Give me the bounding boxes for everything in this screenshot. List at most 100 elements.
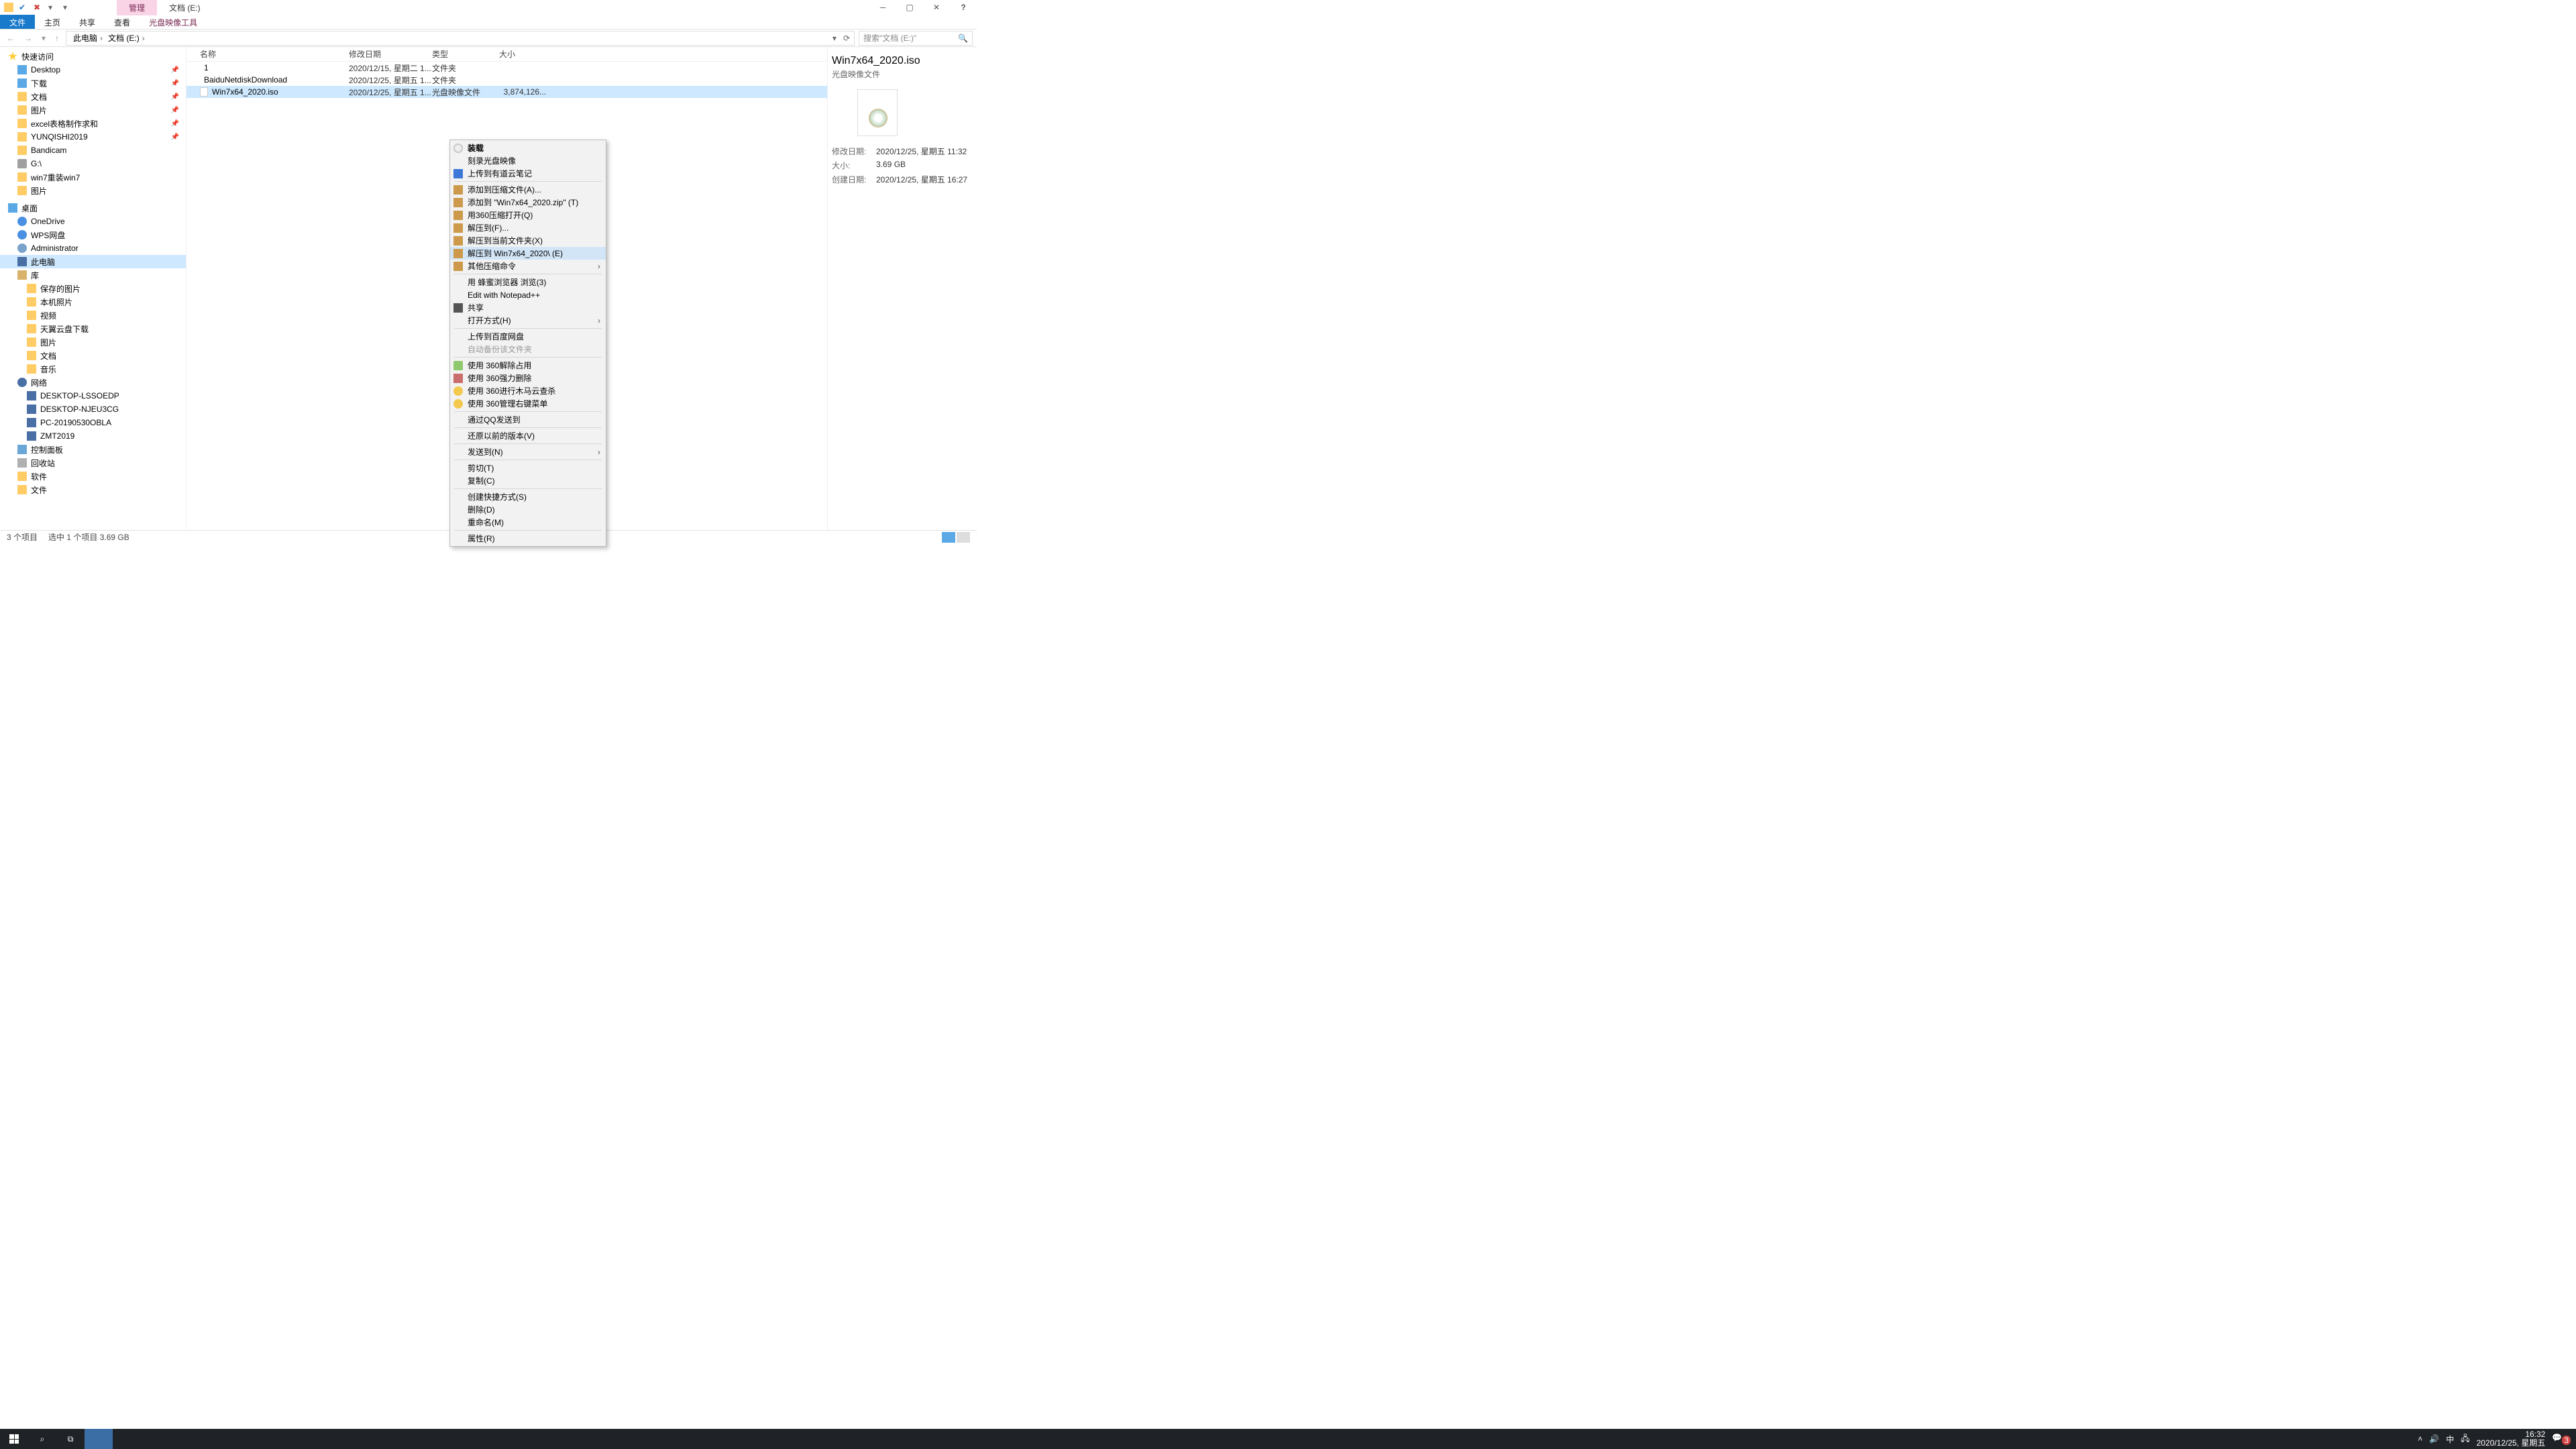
menu-item[interactable]: 其他压缩命令›: [450, 260, 606, 272]
menu-item[interactable]: 用 蜂蜜浏览器 浏览(3): [450, 276, 606, 288]
tree-node[interactable]: 本机照片: [0, 295, 186, 309]
menu-item[interactable]: 共享: [450, 301, 606, 314]
tree-node[interactable]: 桌面: [0, 201, 186, 215]
tree-node[interactable]: 音乐: [0, 362, 186, 376]
network-icon[interactable]: 🖧: [2461, 1432, 2469, 1446]
menu-item[interactable]: 解压到 Win7x64_2020\ (E): [450, 247, 606, 260]
search-input[interactable]: 搜索"文档 (E:)" 🔍: [859, 31, 973, 46]
tree-node[interactable]: DESKTOP-LSSOEDP: [0, 389, 186, 402]
tray-chevron-icon[interactable]: ˄: [2418, 1434, 2422, 1444]
tree-node[interactable]: 图片📌: [0, 103, 186, 117]
tree-node[interactable]: 图片: [0, 184, 186, 197]
tree-node[interactable]: 文档📌: [0, 90, 186, 103]
dropdown-icon[interactable]: ▾: [48, 3, 58, 12]
menu-item[interactable]: 使用 360管理右键菜单: [450, 397, 606, 410]
menu-item[interactable]: 删除(D): [450, 503, 606, 516]
ime-indicator[interactable]: 中: [2446, 1434, 2454, 1445]
menu-item[interactable]: Edit with Notepad++: [450, 288, 606, 301]
menu-item[interactable]: 使用 360进行木马云查杀: [450, 384, 606, 397]
tree-node[interactable]: excel表格制作求和📌: [0, 117, 186, 130]
menu-item[interactable]: 用360压缩打开(Q): [450, 209, 606, 221]
tree-node[interactable]: 保存的图片: [0, 282, 186, 295]
tree-node[interactable]: 快速访问: [0, 50, 186, 63]
maximize-button[interactable]: ▢: [896, 0, 923, 15]
col-type[interactable]: 类型: [432, 48, 499, 60]
tree-node[interactable]: win7重装win7: [0, 170, 186, 184]
menu-item[interactable]: 上传到百度网盘: [450, 330, 606, 343]
menu-item[interactable]: 使用 360解除占用: [450, 359, 606, 372]
view-icons-button[interactable]: [957, 532, 970, 543]
history-dropdown[interactable]: ▾: [39, 34, 48, 43]
column-headers[interactable]: 名称 修改日期 类型 大小: [186, 47, 827, 62]
menu-item[interactable]: 解压到(F)...: [450, 221, 606, 234]
close-button[interactable]: ✕: [923, 0, 950, 15]
taskbar[interactable]: ⌕ ⧉ ˄ 🔊 中 🖧 16:32 2020/12/25, 星期五 💬3: [0, 1429, 2576, 1449]
tree-node[interactable]: 视频: [0, 309, 186, 322]
tree-node[interactable]: OneDrive: [0, 215, 186, 228]
tab-disc-tools[interactable]: 光盘映像工具: [140, 15, 207, 29]
up-button[interactable]: ↑: [52, 34, 62, 43]
view-details-button[interactable]: [942, 532, 955, 543]
minimize-button[interactable]: ─: [869, 0, 896, 15]
menu-item[interactable]: 重命名(M): [450, 516, 606, 529]
file-list-view[interactable]: 名称 修改日期 类型 大小 12020/12/15, 星期二 1...文件夹Ba…: [186, 47, 827, 530]
breadcrumb-drive[interactable]: 文档 (E:): [108, 32, 148, 44]
start-button[interactable]: [0, 1429, 28, 1449]
more-icon[interactable]: ▾: [63, 3, 72, 12]
menu-item[interactable]: 装载: [450, 142, 606, 154]
tree-node[interactable]: 文件: [0, 483, 186, 496]
menu-item[interactable]: 剪切(T): [450, 462, 606, 474]
tree-node[interactable]: 下载📌: [0, 76, 186, 90]
menu-item[interactable]: 创建快捷方式(S): [450, 490, 606, 503]
tree-node[interactable]: ZMT2019: [0, 429, 186, 443]
nav-tree[interactable]: 快速访问Desktop📌下载📌文档📌图片📌excel表格制作求和📌YUNQISH…: [0, 47, 186, 530]
menu-item[interactable]: 解压到当前文件夹(X): [450, 234, 606, 247]
menu-item[interactable]: 使用 360强力删除: [450, 372, 606, 384]
menu-item[interactable]: 上传到有道云笔记: [450, 167, 606, 180]
task-view-button[interactable]: ⧉: [56, 1429, 85, 1449]
tree-node[interactable]: 网络: [0, 376, 186, 389]
tab-home[interactable]: 主页: [35, 15, 70, 29]
tree-node[interactable]: 图片: [0, 335, 186, 349]
tree-node[interactable]: Bandicam: [0, 144, 186, 157]
tree-node[interactable]: WPS网盘: [0, 228, 186, 241]
menu-item[interactable]: 刻录光盘映像: [450, 154, 606, 167]
tree-node[interactable]: YUNQISHI2019📌: [0, 130, 186, 144]
tab-view[interactable]: 查看: [105, 15, 140, 29]
explorer-taskbar-icon[interactable]: [85, 1429, 113, 1449]
tree-node[interactable]: 软件: [0, 470, 186, 483]
tree-node[interactable]: PC-20190530OBLA: [0, 416, 186, 429]
file-row[interactable]: BaiduNetdiskDownload2020/12/25, 星期五 1...…: [186, 74, 827, 86]
menu-item[interactable]: 通过QQ发送到: [450, 413, 606, 426]
tab-file[interactable]: 文件: [0, 15, 35, 29]
tree-node[interactable]: 回收站: [0, 456, 186, 470]
menu-item[interactable]: 还原以前的版本(V): [450, 429, 606, 442]
tree-node[interactable]: 天翼云盘下载: [0, 322, 186, 335]
breadcrumb-root[interactable]: 此电脑: [73, 32, 105, 44]
tree-node[interactable]: G:\: [0, 157, 186, 170]
tree-node[interactable]: 文档: [0, 349, 186, 362]
tree-node[interactable]: DESKTOP-NJEU3CG: [0, 402, 186, 416]
forward-button[interactable]: →: [21, 34, 35, 43]
action-center-icon[interactable]: 💬3: [2552, 1433, 2571, 1444]
tree-node[interactable]: 库: [0, 268, 186, 282]
tab-share[interactable]: 共享: [70, 15, 105, 29]
menu-item[interactable]: 属性(R): [450, 532, 606, 545]
col-date[interactable]: 修改日期: [349, 48, 432, 60]
check-icon[interactable]: ✔: [19, 3, 28, 12]
tree-node[interactable]: 此电脑: [0, 255, 186, 268]
tree-node[interactable]: Administrator: [0, 241, 186, 255]
close-icon[interactable]: ✖: [34, 3, 43, 12]
chevron-down-icon[interactable]: ▾: [833, 34, 837, 43]
volume-icon[interactable]: 🔊: [2429, 1434, 2439, 1444]
file-row[interactable]: Win7x64_2020.iso2020/12/25, 星期五 1...光盘映像…: [186, 86, 827, 98]
col-size[interactable]: 大小: [499, 48, 546, 60]
menu-item[interactable]: 添加到压缩文件(A)...: [450, 183, 606, 196]
back-button[interactable]: ←: [4, 34, 17, 43]
menu-item[interactable]: 添加到 "Win7x64_2020.zip" (T): [450, 196, 606, 209]
taskbar-clock[interactable]: 16:32 2020/12/25, 星期五: [2477, 1430, 2546, 1448]
file-row[interactable]: 12020/12/15, 星期二 1...文件夹: [186, 62, 827, 74]
search-button[interactable]: ⌕: [28, 1429, 56, 1449]
menu-item[interactable]: 发送到(N)›: [450, 445, 606, 458]
menu-item[interactable]: 打开方式(H)›: [450, 314, 606, 327]
